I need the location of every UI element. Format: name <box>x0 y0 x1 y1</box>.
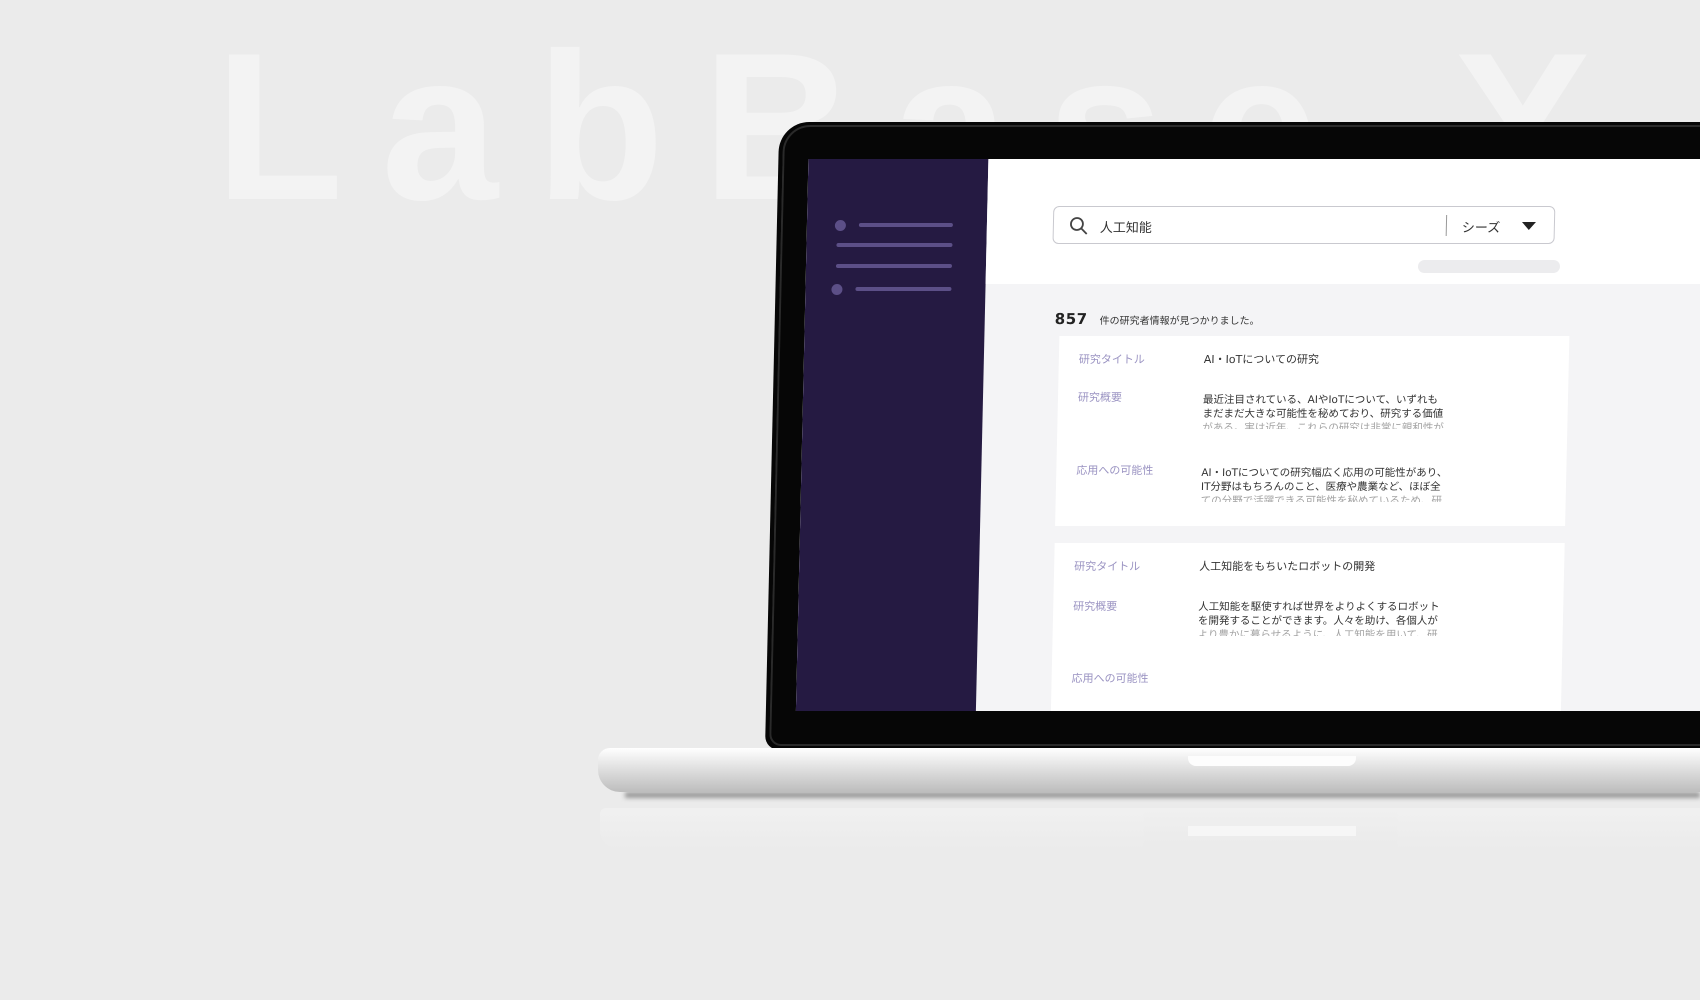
menu-bullet-icon <box>831 284 843 295</box>
laptop-base <box>598 748 1700 792</box>
menu-bullet-icon <box>834 220 847 231</box>
sidebar-item-3[interactable] <box>835 264 953 268</box>
result-count: 857 件の研究者情報が見つかりました。 <box>1055 309 1260 328</box>
header: 人工知能 シーズ <box>985 159 1700 284</box>
application-text: AI・IoTについての研究幅広く応用の可能性があり、 IT分野はもちろんのこと、… <box>1200 467 1448 502</box>
research-title[interactable]: AI・IoTについての研究 <box>1204 351 1320 367</box>
app-screen: 人工知能 シーズ 857 件の研究者情報が見つかりました。 研究タイトル AI・I… <box>795 159 1700 711</box>
application-label: 応用への可能性 <box>1076 464 1154 477</box>
search-bar[interactable]: 人工知能 シーズ <box>1052 206 1556 244</box>
result-card[interactable]: 研究タイトル AI・IoTについての研究 研究概要 最近注目されている、AIやI… <box>1055 336 1570 526</box>
result-count-number: 857 <box>1054 310 1088 328</box>
search-icon[interactable] <box>1069 216 1089 236</box>
summary-text: 最近注目されている、AIやIoTについて、いずれも まだまだ大きな可能性を秘めて… <box>1202 394 1444 429</box>
title-label: 研究タイトル <box>1074 560 1141 573</box>
filter-placeholder-bar <box>1417 260 1561 273</box>
research-title[interactable]: 人工知能をもちいたロボットの開発 <box>1199 558 1375 574</box>
summary-label: 研究概要 <box>1077 391 1123 404</box>
sidebar-item-2[interactable] <box>836 243 953 247</box>
search-input[interactable]: 人工知能 <box>1100 217 1152 236</box>
laptop-lid: 人工知能 シーズ 857 件の研究者情報が見つかりました。 研究タイトル AI・I… <box>765 122 1700 750</box>
sidebar-item-1[interactable] <box>858 223 953 227</box>
result-card[interactable]: 研究タイトル 人工知能をもちいたロボットの開発 研究概要 人工知能を駆使すれば世… <box>1050 543 1565 711</box>
sidebar-item-4[interactable] <box>855 287 952 291</box>
summary-text: 人工知能を駆使すれば世界をよりよくするロボット を開発することができます。人々を… <box>1197 601 1440 636</box>
laptop-shadow <box>625 792 1700 798</box>
sidebar <box>795 159 989 711</box>
title-label: 研究タイトル <box>1078 353 1146 366</box>
chevron-down-icon[interactable] <box>1521 222 1536 230</box>
category-select[interactable]: シーズ <box>1462 217 1501 236</box>
laptop-hinge-notch <box>1188 756 1356 766</box>
search-divider <box>1445 215 1448 236</box>
laptop-reflection <box>600 808 1700 850</box>
application-label: 応用への可能性 <box>1071 672 1149 685</box>
result-count-label: 件の研究者情報が見つかりました。 <box>1099 316 1260 327</box>
summary-label: 研究概要 <box>1073 600 1118 613</box>
